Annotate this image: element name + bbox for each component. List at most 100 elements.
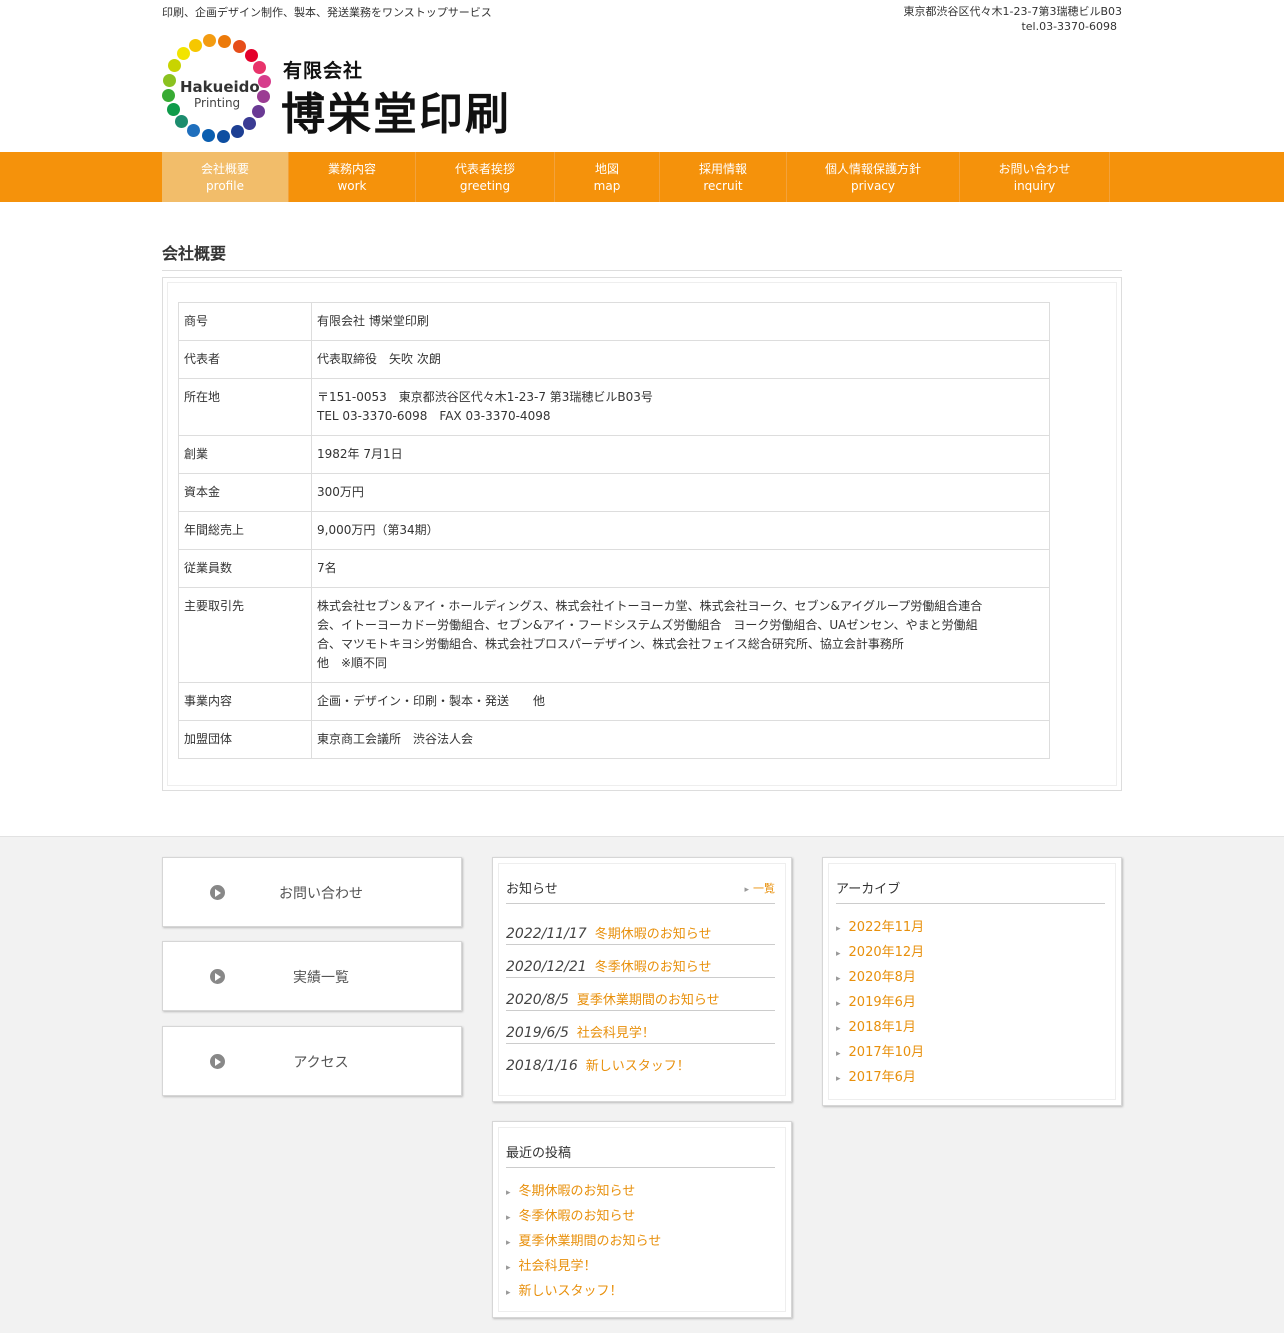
nav-item-map[interactable]: 地図 map <box>555 152 660 202</box>
news-more-link[interactable]: 一覧 <box>744 880 775 896</box>
news-title-link[interactable]: 夏季休業期間のお知らせ <box>577 993 720 1008</box>
news-item[interactable]: 2022/11/17 冬期休暇のお知らせ <box>506 912 775 945</box>
button-label: アクセス <box>293 1055 349 1071</box>
archive-link[interactable]: 2020年8月 <box>836 965 1105 990</box>
nav-sublabel: work <box>337 179 367 193</box>
nav-item-inquiry[interactable]: お問い合わせ inquiry <box>960 152 1110 202</box>
row-value-line: TEL 03-3370-6098 FAX 03-3370-4098 <box>317 409 551 423</box>
nav-label: 業務内容 <box>327 162 376 176</box>
row-value: 株式会社セブン＆アイ・ホールディングス、株式会社イトーヨーカ堂、株式会社ヨーク、… <box>311 587 1050 683</box>
table-row: 所在地 〒151-0053 東京都渋谷区代々木1-23-7 第3瑞穂ビルB03号 T… <box>178 378 1050 436</box>
recent-post-link[interactable]: 冬期休暇のお知らせ <box>506 1179 775 1204</box>
row-value: 〒151-0053 東京都渋谷区代々木1-23-7 第3瑞穂ビルB03号 TEL … <box>311 378 1050 436</box>
contact-button[interactable]: お問い合わせ <box>162 857 462 927</box>
news-title-link[interactable]: 冬期休暇のお知らせ <box>595 927 712 942</box>
logo[interactable]: Hakueido Printing 有限会社 博栄堂印刷 <box>162 34 1122 152</box>
table-row: 主要取引先 株式会社セブン＆アイ・ホールディングス、株式会社イトーヨーカ堂、株式会… <box>178 587 1050 683</box>
header-address: 東京都渋谷区代々木1-23-7第3瑞穂ビルB03 <box>903 5 1122 18</box>
row-value: 7名 <box>311 549 1050 588</box>
nav-item-work[interactable]: 業務内容 work <box>289 152 416 202</box>
nav-sublabel: privacy <box>850 179 896 193</box>
nav-item-profile[interactable]: 会社概要 profile <box>162 152 289 202</box>
nav-item-privacy[interactable]: 個人情報保護方針 privacy <box>787 152 960 202</box>
logo-dot <box>252 104 266 118</box>
page-header: 印刷、企画デザイン制作、製本、発送業務をワンストップサービス 東京都渋谷区代々木… <box>162 0 1122 152</box>
news-title-link[interactable]: 新しいスタッフ！ <box>586 1059 690 1074</box>
nav-item-greeting[interactable]: 代表者挨拶 greeting <box>416 152 555 202</box>
row-value-line: 他 ※順不同 <box>317 656 388 670</box>
recent-post-link[interactable]: 社会科見学！ <box>506 1254 775 1279</box>
archive-link[interactable]: 2019年6月 <box>836 990 1105 1015</box>
row-label: 資本金 <box>178 473 312 512</box>
logo-dot <box>253 60 267 74</box>
recent-post-link[interactable]: 冬季休暇のお知らせ <box>506 1204 775 1229</box>
archive-link[interactable]: 2022年11月 <box>836 915 1105 940</box>
row-value-line: 会、イトーヨーカドー労働組合、セブン&アイ・フードシステムズ労働組合 ヨーク労働… <box>317 618 978 632</box>
nav-label: 代表者挨拶 <box>454 162 515 176</box>
news-widget: お知らせ 一覧 2022/11/17 冬期休暇のお知らせ 2020/12/21 冬季… <box>492 857 792 1102</box>
news-item[interactable]: 2019/6/5 社会科見学！ <box>506 1011 775 1044</box>
top-bar: 印刷、企画デザイン制作、製本、発送業務をワンストップサービス 東京都渋谷区代々木… <box>162 0 1122 34</box>
logo-company-name: 博栄堂印刷 <box>281 89 511 140</box>
row-label: 加盟団体 <box>178 720 312 759</box>
table-row: 事業内容 企画・デザイン・印刷・製本・発送 他 <box>178 682 1050 721</box>
row-value-line: 有限会社 博栄堂印刷 <box>317 314 429 328</box>
nav-sublabel: inquiry <box>1013 179 1056 193</box>
news-title-link[interactable]: 社会科見学！ <box>577 1026 655 1041</box>
logo-dot <box>188 38 202 52</box>
logo-dot <box>243 116 257 130</box>
table-row: 商号 有限会社 博栄堂印刷 <box>178 302 1050 341</box>
news-item[interactable]: 2020/8/5 夏季休業期間のお知らせ <box>506 978 775 1011</box>
nav-item-recruit[interactable]: 採用情報 recruit <box>660 152 787 202</box>
main-nav: 会社概要 profile 業務内容 work 代表者挨拶 greeting 地図 map… <box>0 152 1284 202</box>
logo-dot <box>257 75 271 89</box>
row-label: 主要取引先 <box>178 587 312 683</box>
nav-label: お問い合わせ <box>998 162 1071 176</box>
nav-sublabel: recruit <box>703 179 743 193</box>
news-widget-title: お知らせ 一覧 <box>506 878 775 904</box>
button-label: お問い合わせ <box>279 886 363 902</box>
access-button[interactable]: アクセス <box>162 1026 462 1096</box>
nav-label: 地図 <box>594 162 619 176</box>
news-date: 2018/1/16 <box>506 1058 578 1074</box>
footer-widgets: お問い合わせ 実績一覧 アクセス お知らせ 一覧 2022/11/17 冬期休暇の… <box>0 836 1284 1333</box>
logo-dot <box>201 129 215 143</box>
widget-title-text: お知らせ <box>506 882 558 897</box>
news-item[interactable]: 2018/1/16 新しいスタッフ！ <box>506 1044 775 1077</box>
row-value: 1982年 7月1日 <box>311 435 1050 474</box>
page-title: 会社概要 <box>162 240 1122 271</box>
logo-dot <box>162 88 176 102</box>
news-date: 2019/6/5 <box>506 1025 569 1041</box>
logo-dot <box>232 39 246 53</box>
recent-post-link[interactable]: 新しいスタッフ！ <box>506 1279 775 1304</box>
header-contact: 東京都渋谷区代々木1-23-7第3瑞穂ビルB03 tel.03-3370-609… <box>904 4 1122 34</box>
news-title-link[interactable]: 冬季休暇のお知らせ <box>595 960 712 975</box>
row-value-line: 代表取締役 矢吹 次朗 <box>317 352 441 366</box>
row-value: 300万円 <box>311 473 1050 512</box>
nav-sublabel: greeting <box>459 179 511 193</box>
news-item[interactable]: 2020/12/21 冬季休暇のお知らせ <box>506 945 775 978</box>
row-value: 有限会社 博栄堂印刷 <box>311 302 1050 341</box>
logo-ring-text: Hakueido <box>180 78 260 96</box>
row-label: 商号 <box>178 302 312 341</box>
archive-link[interactable]: 2018年1月 <box>836 1015 1105 1040</box>
company-profile-table: 商号 有限会社 博栄堂印刷 代表者 代表取締役 矢吹 次朗 所在地 〒151-0053… <box>178 302 1050 759</box>
row-value: 9,000万円（第34期） <box>311 511 1050 550</box>
main-content: 会社概要 商号 有限会社 博栄堂印刷 代表者 代表取締役 矢吹 次朗 所在地 〒151… <box>162 240 1122 791</box>
logo-dot <box>162 73 176 87</box>
logo-dot <box>167 59 181 73</box>
row-value-line: 東京商工会議所 渋谷法人会 <box>317 732 474 746</box>
archive-link[interactable]: 2017年6月 <box>836 1065 1105 1090</box>
archive-link[interactable]: 2017年10月 <box>836 1040 1105 1065</box>
recent-post-link[interactable]: 夏季休業期間のお知らせ <box>506 1229 775 1254</box>
archive-link[interactable]: 2020年12月 <box>836 940 1105 965</box>
content-box: 商号 有限会社 博栄堂印刷 代表者 代表取締役 矢吹 次朗 所在地 〒151-0053… <box>162 277 1122 791</box>
logo-dot <box>203 34 217 48</box>
logo-dot <box>216 129 230 143</box>
table-row: 創業 1982年 7月1日 <box>178 435 1050 474</box>
logo-dot <box>257 90 271 104</box>
logo-dot <box>231 125 245 139</box>
archive-widget: アーカイブ 2022年11月 2020年12月 2020年8月 2019年6月 … <box>822 857 1122 1106</box>
logo-dot <box>187 124 201 138</box>
works-list-button[interactable]: 実績一覧 <box>162 941 462 1011</box>
